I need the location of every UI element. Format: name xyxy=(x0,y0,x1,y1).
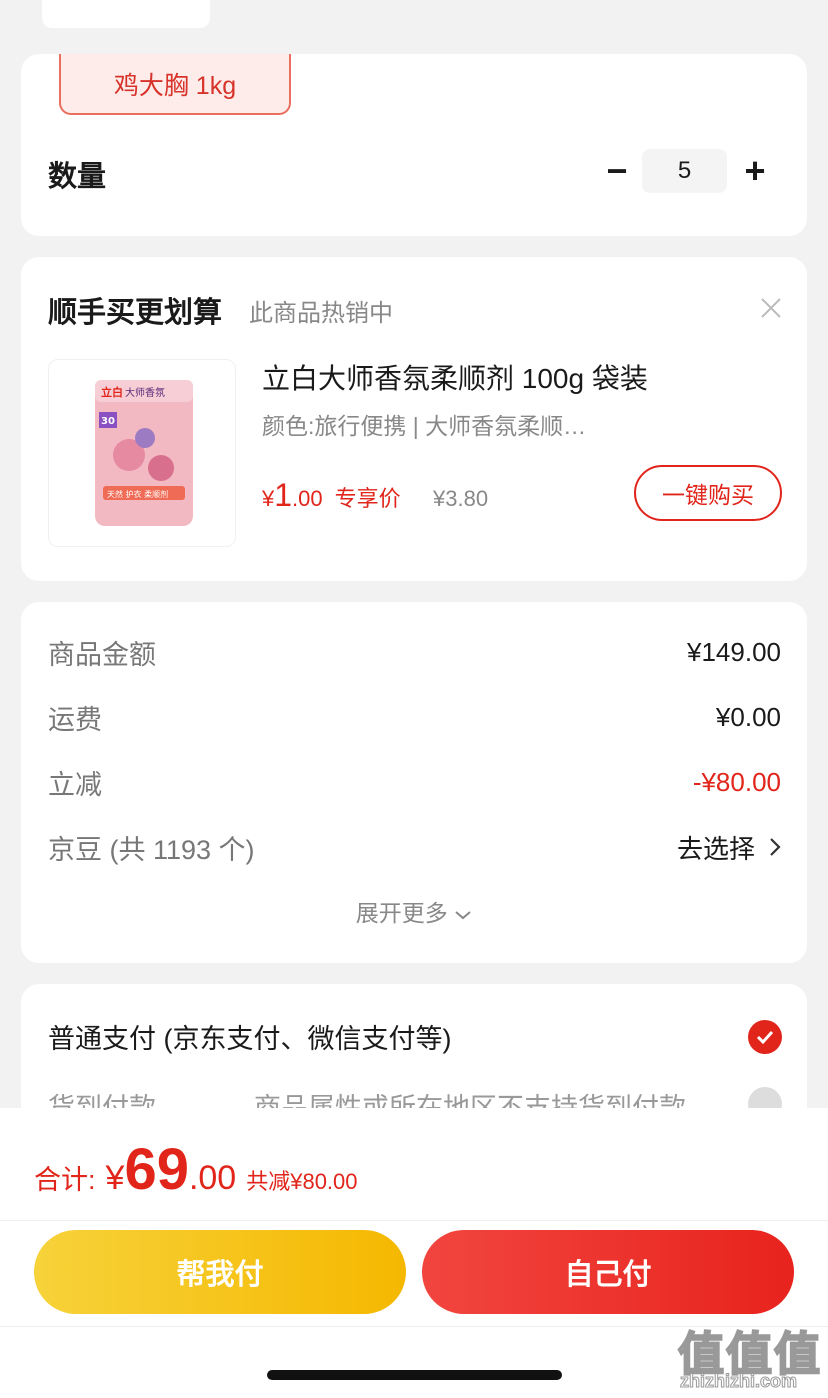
summary-label: 立减 xyxy=(48,769,102,800)
summary-value: ¥149.00 xyxy=(687,636,781,667)
recommend-title: 顺手买更划算 xyxy=(48,297,223,329)
self-pay-button[interactable]: 自己付 xyxy=(422,1230,794,1314)
recommend-subtitle: 此商品热销中 xyxy=(249,300,393,327)
summary-label: 运费 xyxy=(48,704,102,735)
quantity-decrease-button[interactable]: − xyxy=(599,150,635,191)
product-spec: 颜色:旅行便携 | 大师香氛柔顺… xyxy=(262,413,587,439)
summary-value: ¥0.00 xyxy=(715,701,781,732)
close-icon[interactable] xyxy=(758,295,784,321)
expand-label: 展开更多 xyxy=(355,900,448,926)
summary-row-goods: 商品金额 ¥149.00 xyxy=(48,632,781,672)
spec-option-selected[interactable]: 鸡大胸 1kg xyxy=(59,54,291,115)
svg-text:大师香氛: 大师香氛 xyxy=(125,386,165,399)
quantity-label: 数量 xyxy=(48,161,107,193)
chevron-down-icon xyxy=(455,911,471,920)
price-summary-card: 商品金额 ¥149.00 运费 ¥0.00 立减 -¥80.00 京豆 (共 1… xyxy=(21,602,807,963)
order-total: 合计: ¥ 69 .00 共减¥80.00 xyxy=(34,1136,358,1203)
summary-label: 商品金额 xyxy=(48,639,156,670)
svg-text:立白: 立白 xyxy=(101,385,123,399)
quantity-input[interactable]: 5 xyxy=(642,149,727,193)
price-currency: ¥ xyxy=(262,486,275,511)
total-currency: ¥ xyxy=(105,1159,125,1197)
jd-beans-select[interactable]: 去选择 xyxy=(677,829,781,866)
price-tag: 专享价 xyxy=(334,486,401,511)
price-integer: 1 xyxy=(274,477,293,513)
summary-row-discount: 立减 -¥80.00 xyxy=(48,762,781,802)
original-price: ¥3.80 xyxy=(433,486,489,511)
total-integer: 69 xyxy=(124,1137,189,1202)
expand-more-button[interactable]: 展开更多 xyxy=(21,894,807,928)
summary-row-shipping: 运费 ¥0.00 xyxy=(48,697,781,737)
summary-row-jd-beans[interactable]: 京豆 (共 1193 个) 去选择 xyxy=(48,827,781,867)
check-icon[interactable] xyxy=(748,1020,782,1054)
product-thumbnail[interactable] xyxy=(42,0,210,28)
summary-value-discount: -¥80.00 xyxy=(692,766,781,797)
spec-quantity-card: 鸡大胸 1kg 数量 − 5 + xyxy=(21,54,807,236)
divider xyxy=(0,1220,828,1221)
recommend-card: 顺手买更划算 此商品热销中 立白 大师香氛 30 天然 护衣 柔顺剂 立白大师香… xyxy=(21,257,807,581)
one-click-buy-button[interactable]: 一键购买 xyxy=(634,465,782,521)
softener-package-image: 立白 大师香氛 30 天然 护衣 柔顺剂 xyxy=(95,380,193,526)
total-decimal: .00 xyxy=(188,1159,237,1197)
quantity-increase-button[interactable]: + xyxy=(737,150,773,191)
product-image[interactable]: 立白 大师香氛 30 天然 护衣 柔顺剂 xyxy=(48,359,236,547)
price-decimal: .00 xyxy=(292,486,323,511)
home-indicator[interactable] xyxy=(267,1370,562,1380)
payment-option-normal[interactable]: 普通支付 (京东支付、微信支付等) xyxy=(48,1017,451,1056)
product-price: ¥ 1 .00 专享价 xyxy=(262,477,401,514)
select-label: 去选择 xyxy=(676,833,755,864)
total-saved: 共减¥80.00 xyxy=(246,1169,358,1194)
svg-text:天然 护衣 柔顺剂: 天然 护衣 柔顺剂 xyxy=(107,489,168,499)
watermark-site: zhizhizhi.com xyxy=(680,1371,798,1392)
svg-text:30: 30 xyxy=(101,416,115,427)
top-area xyxy=(0,0,828,54)
help-pay-button[interactable]: 帮我付 xyxy=(34,1230,406,1314)
chevron-right-icon xyxy=(770,838,781,856)
total-label: 合计: xyxy=(34,1165,96,1195)
product-name[interactable]: 立白大师香氛柔顺剂 100g 袋装 xyxy=(262,357,648,397)
summary-label: 京豆 (共 1193 个) xyxy=(48,834,255,865)
